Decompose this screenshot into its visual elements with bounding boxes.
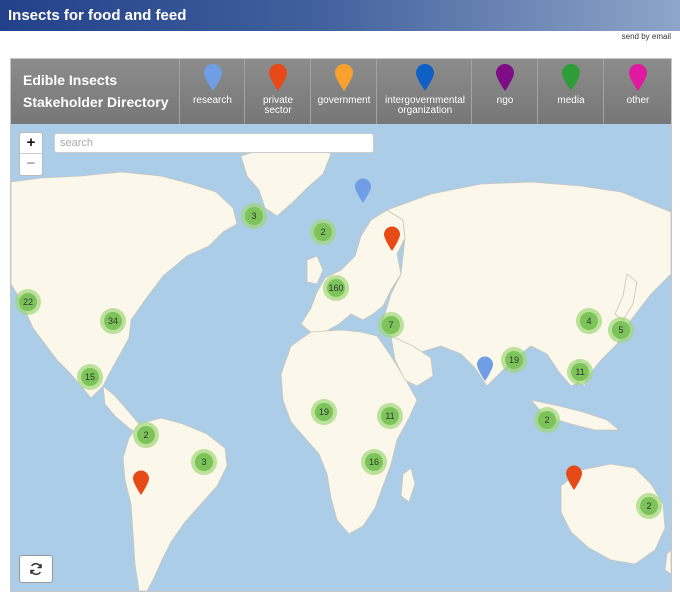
cluster-marker[interactable]: 19	[501, 347, 527, 373]
map-pin-research[interactable]	[476, 356, 494, 382]
cluster-count: 3	[195, 453, 213, 471]
reset-view-button[interactable]	[19, 555, 53, 583]
cluster-marker[interactable]: 4	[576, 308, 602, 334]
cluster-count: 3	[245, 207, 263, 225]
cluster-marker[interactable]: 160	[323, 275, 349, 301]
world-basemap	[11, 143, 671, 591]
search-input[interactable]	[54, 133, 374, 153]
directory-header: Edible Insects Stakeholder Directory res…	[11, 59, 671, 124]
cluster-marker[interactable]: 34	[100, 308, 126, 334]
cluster-marker[interactable]: 2	[636, 493, 662, 519]
cluster-marker[interactable]: 11	[377, 403, 403, 429]
cluster-marker[interactable]: 16	[361, 449, 387, 475]
cluster-count: 4	[580, 312, 598, 330]
marker-private-sector-icon	[269, 64, 287, 91]
app-header: Insects for food and feed	[0, 0, 680, 31]
map-pin-private-sector[interactable]	[565, 465, 583, 491]
zoom-in-button[interactable]: +	[20, 133, 42, 154]
send-by-email-link[interactable]: send by email	[622, 32, 671, 41]
new-zealand-landmass	[664, 549, 671, 575]
directory-title: Edible Insects Stakeholder Directory	[23, 69, 169, 113]
zoom-control: + −	[19, 132, 43, 176]
cluster-marker[interactable]: 11	[567, 359, 593, 385]
cluster-count: 11	[571, 363, 589, 381]
category-filter-private-sector[interactable]: private sector	[244, 59, 311, 124]
cluster-count: 34	[104, 312, 122, 330]
cluster-marker[interactable]: 2	[133, 422, 159, 448]
category-filter-other[interactable]: other	[603, 59, 671, 124]
category-filter-ngo[interactable]: ngo	[471, 59, 538, 124]
zoom-out-button[interactable]: −	[20, 154, 42, 174]
cluster-count: 11	[381, 407, 399, 425]
category-label: private sector	[262, 95, 293, 116]
cluster-count: 15	[81, 368, 99, 386]
cluster-count: 16	[365, 453, 383, 471]
app-title: Insects for food and feed	[8, 7, 187, 24]
world-map[interactable]: + − 3 2 160 22 34 15 7 4 5 19 11 2 19 11…	[11, 124, 671, 591]
cluster-marker[interactable]: 22	[15, 289, 41, 315]
north-america-landmass	[11, 171, 238, 399]
cluster-marker[interactable]: 2	[534, 407, 560, 433]
marker-intergovernmental-icon	[415, 64, 434, 91]
category-filter-government[interactable]: government	[310, 59, 377, 124]
directory-title-line2: Stakeholder Directory	[23, 94, 169, 110]
cluster-count: 2	[137, 426, 155, 444]
cluster-count: 19	[505, 351, 523, 369]
marker-ngo-icon	[496, 64, 514, 91]
cluster-count: 2	[640, 497, 658, 515]
category-label: other	[626, 95, 650, 106]
category-filter-media[interactable]: media	[537, 59, 604, 124]
refresh-icon	[30, 562, 42, 576]
cluster-count: 22	[19, 293, 37, 311]
cluster-count: 19	[315, 403, 333, 421]
madagascar-landmass	[400, 467, 416, 503]
cluster-count: 160	[327, 279, 345, 297]
category-label: intergovernmental organization	[384, 95, 466, 116]
uk-landmass	[306, 255, 324, 285]
marker-research-icon	[203, 64, 222, 91]
cluster-marker[interactable]: 19	[311, 399, 337, 425]
map-pin-research[interactable]	[354, 178, 372, 204]
cluster-count: 2	[538, 411, 556, 429]
cluster-count: 7	[382, 316, 400, 334]
cluster-count: 5	[612, 321, 630, 339]
map-pin-private-sector[interactable]	[383, 226, 401, 252]
marker-media-icon	[562, 64, 580, 91]
directory-title-line1: Edible Insects	[23, 72, 118, 88]
map-pin-private-sector[interactable]	[132, 470, 150, 496]
category-label: media	[557, 95, 585, 106]
category-label: research	[193, 95, 232, 106]
cluster-marker[interactable]: 7	[378, 312, 404, 338]
cluster-marker[interactable]: 5	[608, 317, 634, 343]
cluster-marker[interactable]: 3	[191, 449, 217, 475]
category-label: government	[317, 95, 371, 106]
cluster-count: 2	[314, 223, 332, 241]
marker-government-icon	[335, 64, 353, 91]
cluster-marker[interactable]: 2	[310, 219, 336, 245]
directory-widget: Edible Insects Stakeholder Directory res…	[10, 58, 672, 592]
category-label: ngo	[496, 95, 514, 106]
marker-other-icon	[629, 64, 647, 91]
cluster-marker[interactable]: 15	[77, 364, 103, 390]
category-filter-research[interactable]: research	[179, 59, 245, 124]
cluster-marker[interactable]: 3	[241, 203, 267, 229]
category-filter-intergovernmental-organization[interactable]: intergovernmental organization	[376, 59, 472, 124]
